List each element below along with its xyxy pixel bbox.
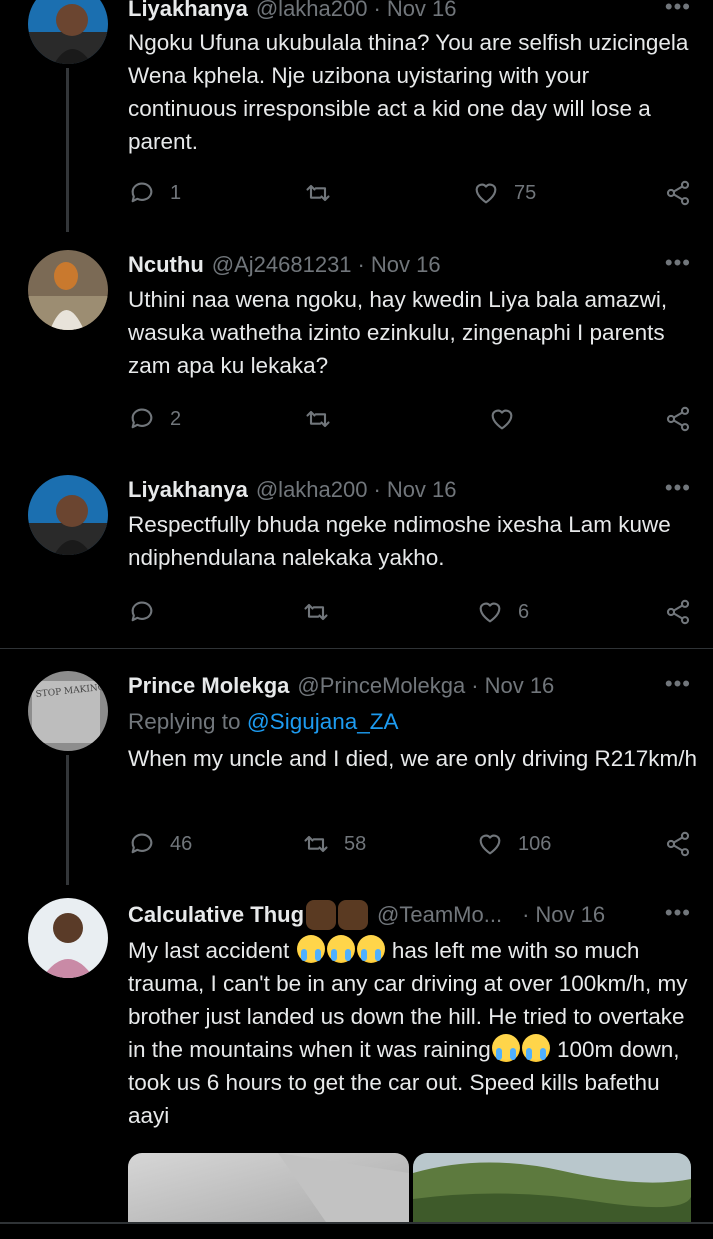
author-handle[interactable]: @lakha200 xyxy=(256,0,368,22)
tweet-text: My last accident has left me with so muc… xyxy=(128,934,698,1132)
more-icon[interactable]: ••• xyxy=(665,477,691,499)
tweet-date[interactable]: Nov 16 xyxy=(387,0,457,22)
thread-line xyxy=(66,68,69,232)
bottom-bar xyxy=(0,1222,713,1239)
replying-to-link[interactable]: @Sigujana_ZA xyxy=(247,709,399,734)
tweet-text: Uthini naa wena ngoku, hay kwedin Liya b… xyxy=(128,287,668,378)
author-handle[interactable]: @lakha200 xyxy=(256,477,368,503)
reply-icon xyxy=(131,408,153,429)
tweet-date[interactable]: Nov 16 xyxy=(535,902,605,928)
share-icon xyxy=(666,406,690,432)
share-icon xyxy=(666,180,690,206)
more-icon[interactable]: ••• xyxy=(665,0,691,18)
author-name[interactable]: Ncuthu xyxy=(128,252,204,278)
reply-button[interactable]: 2 xyxy=(128,403,181,435)
like-button[interactable]: 6 xyxy=(476,596,529,628)
heart-icon xyxy=(475,183,497,204)
like-count: 6 xyxy=(518,600,530,623)
reply-button[interactable] xyxy=(128,596,170,628)
reply-icon xyxy=(131,601,153,622)
like-count: 75 xyxy=(514,181,537,204)
separator-dot: · xyxy=(471,673,479,698)
retweet-button[interactable] xyxy=(304,403,346,435)
retweet-icon xyxy=(304,603,328,621)
retweet-button[interactable]: 58 xyxy=(302,828,366,860)
like-count: 106 xyxy=(518,832,552,855)
tweet-1[interactable]: Liyakhanya @lakha200 ••• · Nov 16 ••• Ng… xyxy=(0,0,713,232)
media-image-1[interactable] xyxy=(128,1153,409,1225)
author-handle[interactable]: @TeamMo... xyxy=(377,902,502,928)
tweet-3[interactable]: Liyakhanya @lakha200 · Nov 16 ••• Respec… xyxy=(0,475,713,645)
avatar[interactable] xyxy=(28,898,108,978)
thread-line xyxy=(66,755,69,885)
more-icon[interactable]: ••• xyxy=(665,902,691,924)
author-handle[interactable]: @Aj24681231 xyxy=(212,252,352,278)
avatar[interactable] xyxy=(28,250,108,330)
more-icon[interactable]: ••• xyxy=(665,673,691,695)
retweet-icon xyxy=(304,835,328,853)
media-image-2[interactable] xyxy=(413,1153,691,1225)
avatar[interactable] xyxy=(28,475,108,555)
reply-button[interactable]: 46 xyxy=(128,828,192,860)
tweet-text: When my uncle and I died, we are only dr… xyxy=(128,746,698,771)
tweet-2[interactable]: Ncuthu @Aj24681231 · Nov 16 ••• Uthini n… xyxy=(0,250,713,450)
tweet-date[interactable]: Nov 16 xyxy=(371,252,441,278)
author-name[interactable]: Calculative Thug xyxy=(128,902,304,928)
share-button[interactable] xyxy=(664,828,692,860)
reply-button[interactable]: 1 xyxy=(128,177,181,209)
replying-to: Replying to @Sigujana_ZA xyxy=(128,705,698,738)
author-name[interactable]: Prince Molekga xyxy=(128,673,289,699)
avatar[interactable] xyxy=(28,0,108,64)
share-button[interactable] xyxy=(664,596,692,628)
separator-dot: · xyxy=(373,477,381,502)
like-button[interactable] xyxy=(488,403,530,435)
tweet-date[interactable]: Nov 16 xyxy=(387,477,457,503)
separator-dot: · xyxy=(522,902,530,927)
retweet-icon xyxy=(306,184,330,202)
retweet-count: 58 xyxy=(344,832,367,855)
heart-icon xyxy=(479,602,501,623)
author-name[interactable]: Liyakhanya xyxy=(128,477,248,503)
reply-count: 46 xyxy=(170,832,193,855)
heart-icon xyxy=(479,834,501,855)
author-name[interactable]: Liyakhanya xyxy=(128,0,248,22)
divider xyxy=(0,648,713,649)
heart-icon xyxy=(491,409,513,430)
retweet-button[interactable] xyxy=(302,596,344,628)
raised-fist-emoji xyxy=(306,900,337,930)
retweet-icon xyxy=(306,410,330,428)
tweet-text: Ngoku Ufuna ukubulala thina? You are sel… xyxy=(128,30,689,154)
separator-dot: · xyxy=(357,252,365,277)
tweet-4[interactable]: STOP MAKING STUPID PEOPLE FAMOUS Prince … xyxy=(0,671,713,885)
tweet-text: Respectfully bhuda ngeke ndimoshe ixesha… xyxy=(128,512,671,570)
reply-count: 2 xyxy=(170,407,182,430)
like-button[interactable]: 75 xyxy=(472,177,536,209)
share-button[interactable] xyxy=(664,177,692,209)
more-icon[interactable]: ••• xyxy=(665,252,691,274)
reply-count: 1 xyxy=(170,181,182,204)
share-icon xyxy=(666,831,690,857)
replying-to-label: Replying to xyxy=(128,709,241,734)
retweet-button[interactable] xyxy=(304,177,346,209)
crying-emoji xyxy=(296,935,325,963)
author-handle[interactable]: @PrinceMolekga xyxy=(297,673,465,699)
crying-emoji xyxy=(356,935,385,963)
reply-icon xyxy=(131,182,153,203)
share-icon xyxy=(666,599,690,625)
crying-emoji xyxy=(326,935,355,963)
reply-icon xyxy=(131,833,153,854)
like-button[interactable]: 106 xyxy=(476,828,551,860)
share-button[interactable] xyxy=(664,403,692,435)
crying-emoji xyxy=(491,1034,520,1062)
raised-fist-emoji xyxy=(338,900,369,930)
crying-emoji xyxy=(521,1034,550,1062)
tweet-text-part: My last accident xyxy=(128,938,290,963)
separator-dot: · xyxy=(373,0,381,21)
tweet-date[interactable]: Nov 16 xyxy=(485,673,555,699)
avatar[interactable]: STOP MAKING STUPID PEOPLE FAMOUS xyxy=(28,671,108,751)
